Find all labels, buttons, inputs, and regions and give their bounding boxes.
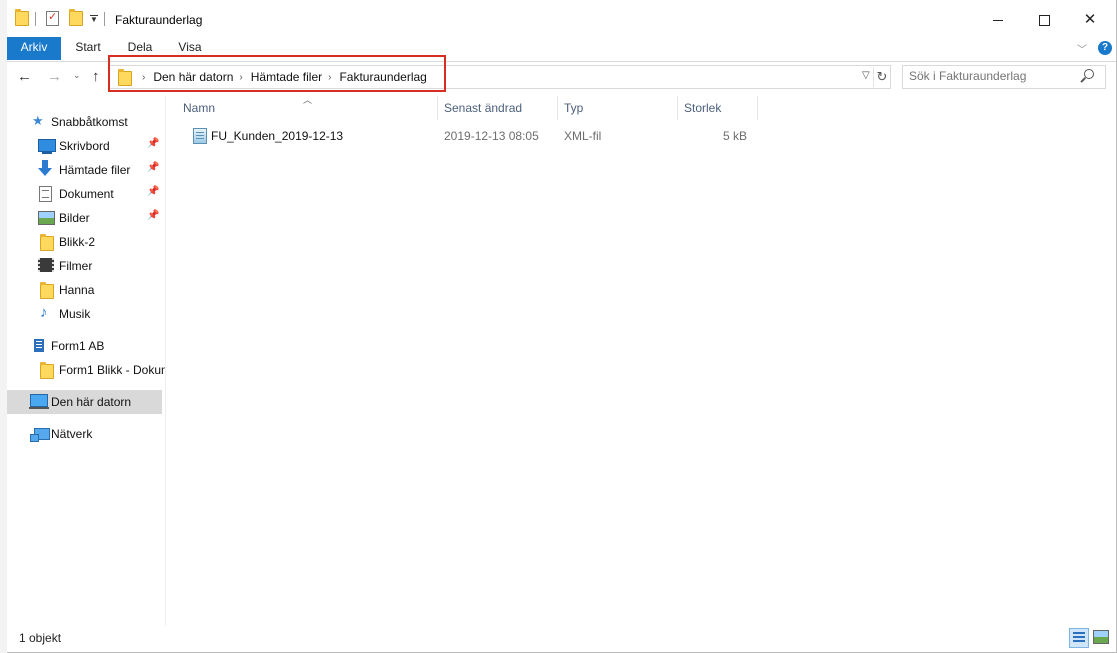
new-folder-icon[interactable] — [69, 9, 83, 26]
minimize-icon — [993, 19, 1003, 21]
folder-icon — [40, 362, 54, 379]
sidebar-item-natverk[interactable]: Nätverk — [7, 422, 162, 446]
maximize-icon — [1038, 14, 1050, 26]
navigation-pane: ★ Snabbåtkomst Skrivbord 📌 Hämtade filer… — [7, 96, 166, 626]
computer-icon — [29, 394, 49, 409]
status-bar: 1 objekt — [7, 626, 1116, 652]
close-button[interactable]: ✕ — [1067, 7, 1113, 33]
search-input[interactable] — [909, 69, 1079, 83]
sidebar-item-label: Skrivbord — [59, 139, 110, 153]
download-icon — [38, 160, 52, 176]
help-icon[interactable]: ? — [1098, 41, 1112, 55]
folder-icon — [40, 282, 54, 299]
sidebar-item-label: Bilder — [59, 211, 90, 225]
column-header-size[interactable]: Storlek — [678, 96, 756, 120]
sidebar-item-bilder[interactable]: Bilder 📌 — [7, 206, 162, 230]
address-history-chevron-icon[interactable]: ▽ — [862, 70, 870, 81]
item-count: 1 objekt — [19, 631, 62, 645]
sidebar-item-filmer[interactable]: Filmer — [7, 254, 162, 278]
tab-arkiv[interactable]: Arkiv — [7, 37, 61, 60]
tab-start[interactable]: Start — [67, 37, 109, 60]
large-icons-view-icon[interactable] — [1093, 630, 1109, 644]
building-icon — [34, 339, 44, 352]
column-header-modified[interactable]: Senast ändrad — [438, 96, 557, 120]
up-arrow-icon[interactable]: ↑ — [92, 68, 100, 85]
sidebar-item-blikk-2[interactable]: Blikk-2 — [7, 230, 162, 254]
sidebar-item-dokument[interactable]: Dokument 📌 — [7, 182, 162, 206]
sidebar-item-form1-blikk[interactable]: Form1 Blikk - Dokum — [7, 358, 165, 382]
minimize-button[interactable] — [975, 7, 1021, 33]
sidebar-item-label: Filmer — [59, 259, 93, 273]
properties-icon[interactable] — [46, 10, 59, 26]
recent-locations-chevron-icon[interactable]: ⌄ — [73, 70, 81, 81]
file-size: 5 kB — [723, 129, 748, 143]
sidebar-item-label: Dokument — [59, 187, 114, 201]
file-modified: 2019-12-13 08:05 — [444, 129, 539, 143]
maximize-button[interactable] — [1021, 7, 1067, 33]
film-icon — [38, 258, 54, 272]
pictures-icon — [38, 211, 55, 225]
file-type: XML-fil — [564, 129, 602, 143]
music-icon: ♪ — [40, 304, 48, 321]
close-icon: ✕ — [1083, 11, 1097, 28]
back-arrow-icon[interactable]: ← — [17, 68, 32, 85]
pin-icon[interactable]: 📌 — [147, 138, 159, 149]
sidebar-item-hanna[interactable]: Hanna — [7, 278, 162, 302]
address-highlight-annotation — [108, 55, 446, 92]
quick-access-toolbar: ▼ — [15, 9, 111, 26]
forward-arrow-icon[interactable]: → — [47, 68, 62, 85]
pin-icon[interactable]: 📌 — [147, 162, 159, 173]
sidebar-item-skrivbord[interactable]: Skrivbord 📌 — [7, 134, 162, 158]
document-icon — [39, 186, 52, 202]
window-title: Fakturaunderlag — [115, 13, 203, 27]
sidebar-item-label: Musik — [59, 307, 91, 321]
customize-toolbar-chevron-icon[interactable]: ▼ — [90, 14, 98, 23]
refresh-icon[interactable]: ↻ — [873, 67, 890, 87]
file-name: FU_Kunden_2019-12-13 — [211, 129, 344, 143]
search-box[interactable] — [902, 65, 1106, 89]
sidebar-item-snabbatkomst[interactable]: ★ Snabbåtkomst — [7, 110, 162, 134]
folder-icon — [40, 234, 54, 251]
search-icon[interactable] — [1084, 69, 1094, 79]
star-icon: ★ — [32, 113, 44, 128]
network-icon — [30, 428, 50, 442]
sidebar-item-label: Hämtade filer — [59, 163, 131, 177]
sidebar-item-label: Form1 Blikk - Dokum — [59, 363, 166, 377]
sidebar-item-label: Form1 AB — [51, 339, 105, 353]
sidebar-item-hamtade-filer[interactable]: Hämtade filer 📌 — [7, 158, 162, 182]
sidebar-item-label: Den här datorn — [51, 395, 132, 409]
sidebar-item-musik[interactable]: ♪ Musik — [7, 302, 162, 326]
column-header-type[interactable]: Typ — [558, 96, 677, 120]
explorer-window: ▼ Fakturaunderlag ✕ Arkiv Start Dela Vis… — [7, 0, 1117, 653]
sidebar-item-label: Hanna — [59, 283, 95, 297]
pin-icon[interactable]: 📌 — [147, 186, 159, 197]
pin-icon[interactable]: 📌 — [147, 210, 159, 221]
title-bar: ▼ Fakturaunderlag ✕ — [7, 0, 1116, 38]
table-row[interactable]: FU_Kunden_2019-12-13 2019-12-13 08:05 XM… — [183, 125, 763, 147]
details-view-icon[interactable] — [1069, 628, 1089, 648]
desktop-icon — [38, 139, 56, 154]
sort-ascending-icon: ︿ — [303, 95, 313, 105]
folder-icon — [15, 9, 29, 26]
sidebar-item-form1-ab[interactable]: Form1 AB — [7, 334, 162, 358]
column-header-name[interactable]: Namn ︿ — [173, 95, 437, 120]
expand-ribbon-chevron-icon[interactable]: ﹀ — [1077, 41, 1087, 56]
xml-file-icon — [193, 128, 207, 144]
file-list: Namn ︿ Senast ändrad Typ Storlek FU_Kund… — [173, 95, 1113, 626]
sidebar-item-label: Nätverk — [51, 427, 93, 441]
sidebar-item-label: Blikk-2 — [59, 235, 96, 249]
sidebar-item-label: Snabbåtkomst — [51, 115, 128, 129]
sidebar-item-den-har-datorn[interactable]: Den här datorn — [7, 390, 162, 414]
